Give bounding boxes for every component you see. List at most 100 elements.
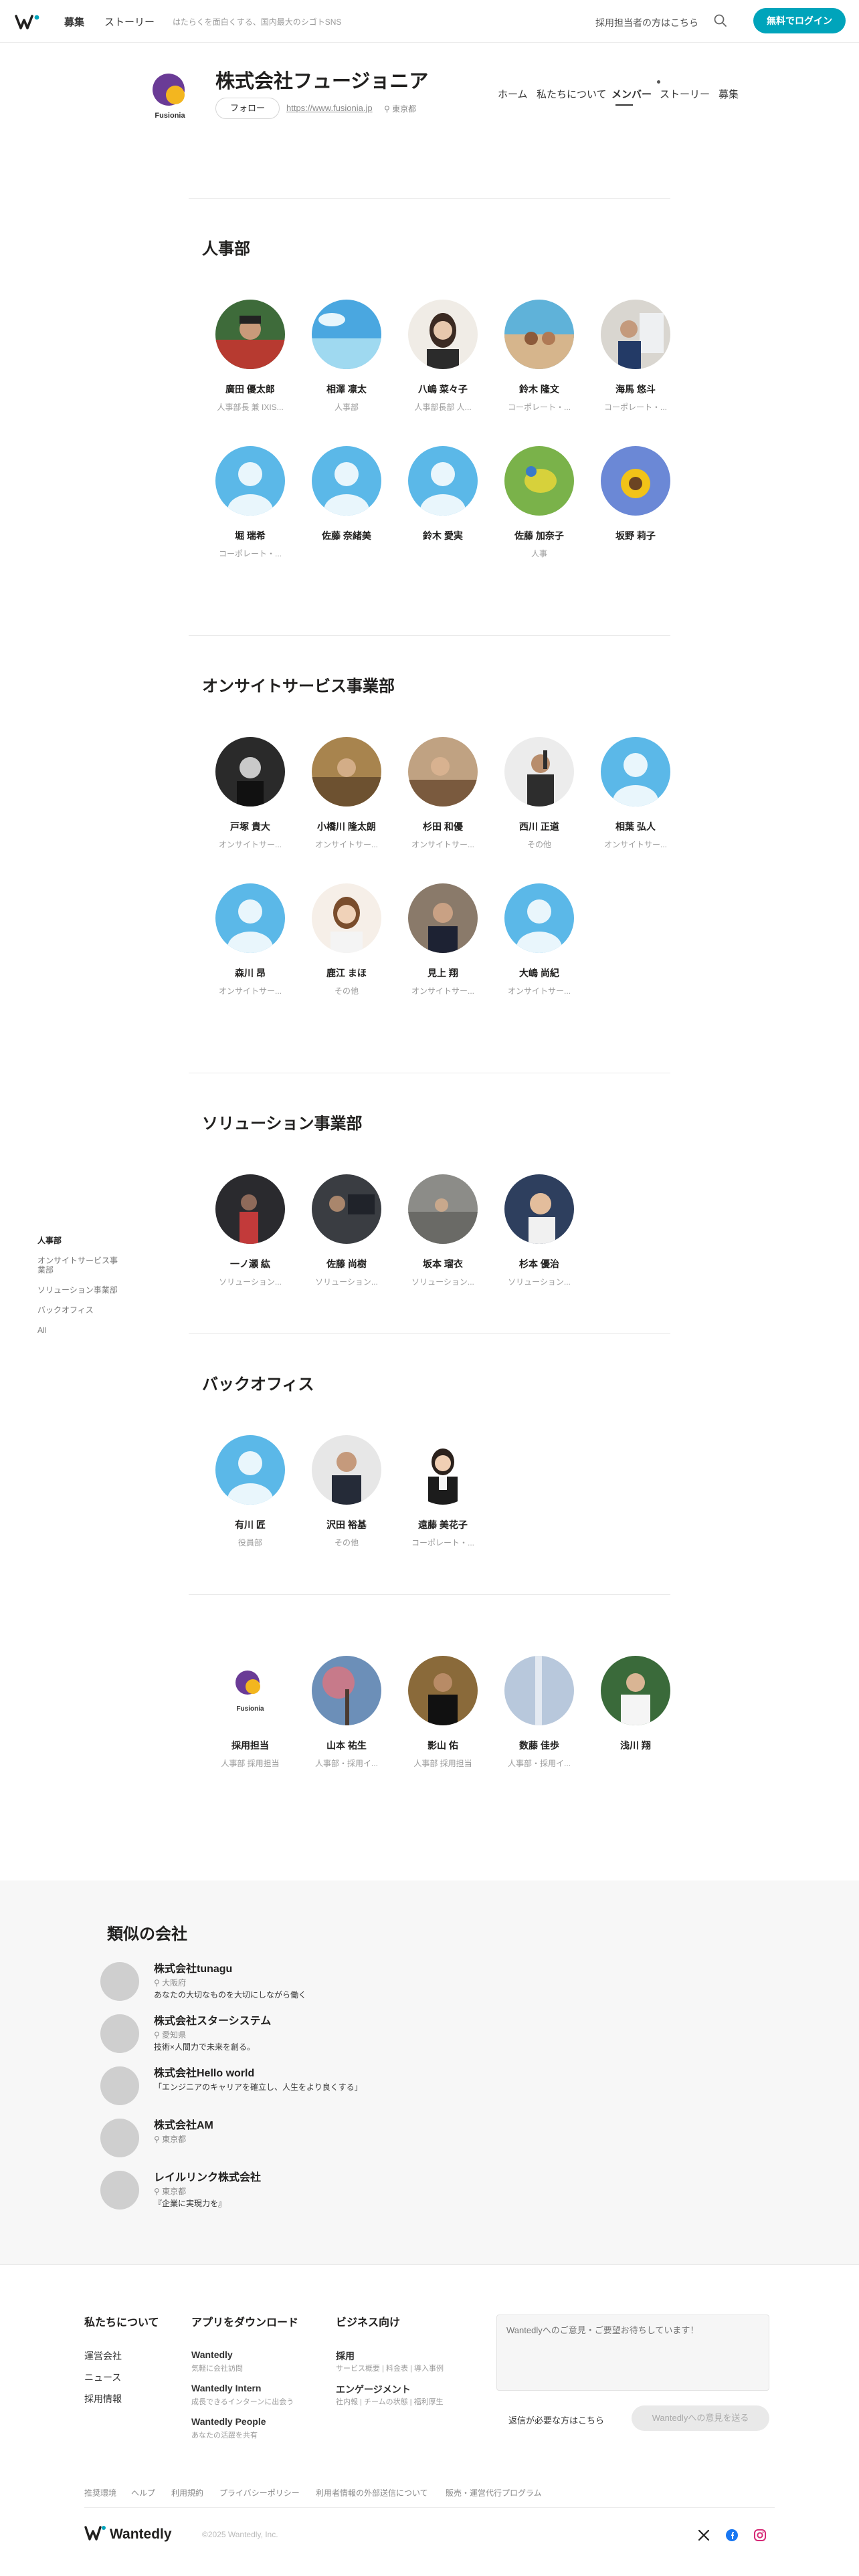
member-name[interactable]: 廣田 優太郎 xyxy=(210,383,290,396)
sidebar-item-onsite[interactable]: オンサイトサービス事業部 xyxy=(37,1256,124,1275)
member-avatar[interactable] xyxy=(408,1174,478,1244)
member-card[interactable]: 影山 佑人事部 採用担当 xyxy=(395,1656,491,1769)
footer-link-careers[interactable]: 採用情報 xyxy=(84,2392,122,2405)
member-card[interactable]: 遠藤 美花子 コーポレート・... xyxy=(395,1435,491,1548)
member-name[interactable]: 坂本 瑠衣 xyxy=(403,1257,483,1271)
footer-app-people[interactable]: Wantedly People xyxy=(191,2416,266,2427)
recruiter-link[interactable]: 採用担当者の方はこちら xyxy=(595,16,698,29)
similar-company-name[interactable]: レイルリンク株式会社 xyxy=(154,2168,261,2184)
member-card[interactable]: 相澤 凛太 人事部 xyxy=(298,300,395,413)
facebook-icon[interactable] xyxy=(725,2529,739,2542)
member-name[interactable]: 八嶋 菜々子 xyxy=(403,383,483,396)
company-avatar[interactable] xyxy=(100,2014,139,2053)
similar-company-item[interactable]: レイルリンク株式会社 ⚲ 東京都 『企業に実現力を』 xyxy=(100,2168,569,2212)
member-avatar[interactable] xyxy=(408,1656,478,1725)
company-logo[interactable]: Fusionia xyxy=(149,70,191,120)
default-avatar-icon[interactable] xyxy=(215,446,285,516)
member-name[interactable]: 堀 瑞希 xyxy=(210,529,290,542)
legal-link[interactable]: 利用者情報の外部送信について xyxy=(316,2487,428,2498)
member-name[interactable]: 数藤 佳歩 xyxy=(499,1739,579,1752)
similar-company-name[interactable]: 株式会社AM xyxy=(154,2116,213,2132)
member-name[interactable]: 採用担当 xyxy=(210,1739,290,1752)
footer-link-news[interactable]: ニュース xyxy=(84,2371,121,2384)
member-avatar[interactable]: Fusionia xyxy=(215,1656,285,1725)
default-avatar-icon[interactable] xyxy=(215,1435,285,1505)
legal-link[interactable]: ヘルプ xyxy=(131,2487,155,2498)
footer-app-intern[interactable]: Wantedly Intern xyxy=(191,2383,262,2393)
member-card[interactable]: 佐藤 加奈子 人事 xyxy=(491,446,587,559)
member-name[interactable]: 有川 匠 xyxy=(210,1518,290,1531)
legal-link[interactable]: 販売・運営代行プログラム xyxy=(446,2487,542,2498)
company-avatar[interactable] xyxy=(100,2171,139,2210)
member-name[interactable]: 西川 正道 xyxy=(499,820,579,833)
company-avatar[interactable] xyxy=(100,1962,139,2001)
company-avatar[interactable] xyxy=(100,2119,139,2157)
member-card[interactable]: 西川 正道 その他 xyxy=(491,737,587,850)
wantedly-logo-icon[interactable] xyxy=(15,13,41,31)
footer-app-wantedly[interactable]: Wantedly xyxy=(191,2349,233,2360)
member-avatar[interactable] xyxy=(504,446,574,516)
member-avatar[interactable] xyxy=(601,1656,670,1725)
member-name[interactable]: 小橋川 隆太朗 xyxy=(306,820,387,833)
member-avatar[interactable] xyxy=(215,300,285,369)
member-name[interactable]: 見上 翔 xyxy=(403,966,483,980)
member-avatar[interactable] xyxy=(504,1174,574,1244)
member-avatar[interactable] xyxy=(312,300,381,369)
sidebar-item-all[interactable]: All xyxy=(37,1325,124,1335)
member-card[interactable]: 鹿江 まほ その他 xyxy=(298,883,395,996)
instagram-icon[interactable] xyxy=(753,2529,767,2542)
company-avatar[interactable] xyxy=(100,2066,139,2105)
member-name[interactable]: 森川 昂 xyxy=(210,966,290,980)
member-name[interactable]: 鈴木 愛実 xyxy=(403,529,483,542)
member-name[interactable]: 佐藤 奈緒美 xyxy=(306,529,387,542)
member-name[interactable]: 影山 佑 xyxy=(403,1739,483,1752)
member-card[interactable]: 有川 匠役員部 xyxy=(202,1435,298,1548)
member-card[interactable]: 鈴木 愛実 xyxy=(395,446,491,559)
member-name[interactable]: 海馬 悠斗 xyxy=(595,383,676,396)
x-icon[interactable] xyxy=(697,2529,710,2542)
member-avatar[interactable] xyxy=(601,300,670,369)
member-card[interactable]: 数藤 佳歩 人事部・採用イ... xyxy=(491,1656,587,1769)
member-avatar[interactable] xyxy=(312,1435,381,1505)
member-card[interactable]: 小橋川 隆太朗 オンサイトサー... xyxy=(298,737,395,850)
member-name[interactable]: 杉本 優治 xyxy=(499,1257,579,1271)
sidebar-item-hr[interactable]: 人事部 xyxy=(37,1236,124,1245)
follow-button[interactable]: フォロー xyxy=(215,98,280,119)
member-card[interactable]: 杉田 和優 オンサイトサー... xyxy=(395,737,491,850)
member-card[interactable]: 廣田 優太郎 人事部長 兼 IXIS... xyxy=(202,300,298,413)
member-avatar[interactable] xyxy=(504,1656,574,1725)
member-card[interactable]: 坂野 莉子 xyxy=(587,446,684,559)
member-card[interactable]: 森川 昂オンサイトサー... xyxy=(202,883,298,996)
member-card[interactable]: Fusionia 採用担当 人事部 採用担当 xyxy=(202,1656,298,1769)
similar-company-item[interactable]: 株式会社Hello world 「エンジニアのキャリアを確立し、人生をより良くする… xyxy=(100,2064,569,2108)
member-card[interactable]: 一ノ瀬 紘ソリューション... xyxy=(202,1174,298,1287)
default-avatar-icon[interactable] xyxy=(504,883,574,953)
search-icon[interactable] xyxy=(713,13,728,28)
member-card[interactable]: 浅川 翔 xyxy=(587,1656,684,1769)
nav-link-stories[interactable]: ストーリー xyxy=(104,15,155,29)
member-card[interactable]: 坂本 瑠衣 ソリューション... xyxy=(395,1174,491,1287)
member-name[interactable]: 相葉 弘人 xyxy=(595,820,676,833)
member-avatar[interactable] xyxy=(312,1656,381,1725)
member-name[interactable]: 杉田 和優 xyxy=(403,820,483,833)
feedback-textarea[interactable] xyxy=(496,2315,769,2391)
legal-link[interactable]: 利用規約 xyxy=(171,2487,203,2498)
member-avatar[interactable] xyxy=(504,737,574,807)
member-name[interactable]: 鹿江 まほ xyxy=(306,966,387,980)
member-name[interactable]: 佐藤 尚樹 xyxy=(306,1257,387,1271)
member-avatar[interactable] xyxy=(312,1174,381,1244)
footer-business-recruit[interactable]: 採用 xyxy=(336,2349,355,2363)
member-name[interactable]: 鈴木 隆文 xyxy=(499,383,579,396)
member-avatar[interactable] xyxy=(408,737,478,807)
similar-company-item[interactable]: 株式会社AM ⚲ 東京都 xyxy=(100,2116,569,2160)
member-card[interactable]: 杉本 優治 ソリューション... xyxy=(491,1174,587,1287)
company-url[interactable]: https://www.fusionia.jp xyxy=(286,103,373,113)
member-card[interactable]: 鈴木 隆文 コーポレート・... xyxy=(491,300,587,413)
tab-home[interactable]: ホーム xyxy=(498,87,528,101)
legal-link[interactable]: プライバシーポリシー xyxy=(219,2487,300,2498)
member-name[interactable]: 一ノ瀬 紘 xyxy=(210,1257,290,1271)
member-avatar[interactable] xyxy=(312,737,381,807)
member-name[interactable]: 沢田 裕基 xyxy=(306,1518,387,1531)
default-avatar-icon[interactable] xyxy=(215,883,285,953)
member-card[interactable]: 堀 瑞希 コーポレート・... xyxy=(202,446,298,559)
